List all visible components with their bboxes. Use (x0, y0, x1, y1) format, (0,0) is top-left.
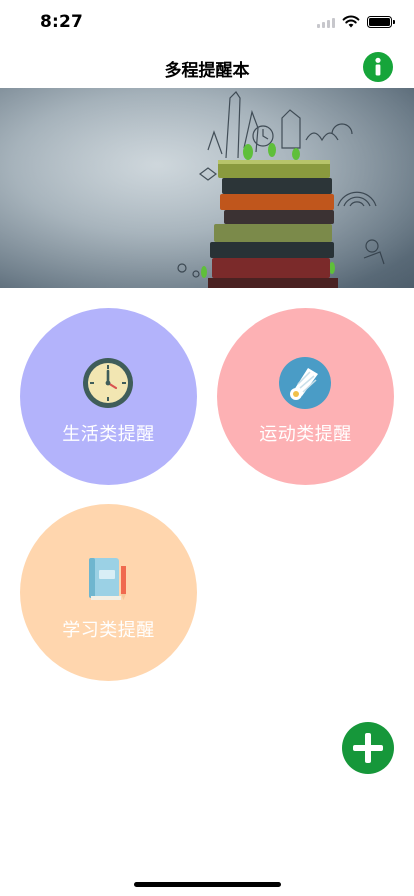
nav-bar: 多程提醒本 (0, 44, 414, 88)
sport-reminder-label: 运动类提醒 (259, 424, 352, 445)
banner-image (0, 88, 414, 288)
status-icons (317, 15, 395, 28)
clock-icon (83, 358, 133, 408)
signal-icon (317, 16, 335, 28)
home-indicator (134, 882, 281, 887)
plus-icon (353, 733, 383, 763)
shuttlecock-icon (279, 357, 331, 409)
info-icon (375, 57, 381, 76)
study-reminder-button[interactable]: 学习类提醒 (20, 504, 197, 681)
battery-icon (367, 15, 395, 28)
wifi-icon (342, 15, 360, 28)
book-stack-illustration (0, 88, 414, 288)
sport-reminder-button[interactable]: 运动类提醒 (217, 308, 394, 485)
add-reminder-button[interactable] (342, 722, 394, 774)
life-reminder-button[interactable]: 生活类提醒 (20, 308, 197, 485)
study-reminder-label: 学习类提醒 (62, 620, 155, 641)
page-title: 多程提醒本 (164, 61, 250, 81)
info-button[interactable] (363, 52, 393, 82)
book-pencil-icon (89, 558, 126, 600)
life-reminder-label: 生活类提醒 (62, 424, 155, 445)
status-time: 8:27 (40, 12, 84, 32)
status-bar: 8:27 (0, 0, 414, 44)
